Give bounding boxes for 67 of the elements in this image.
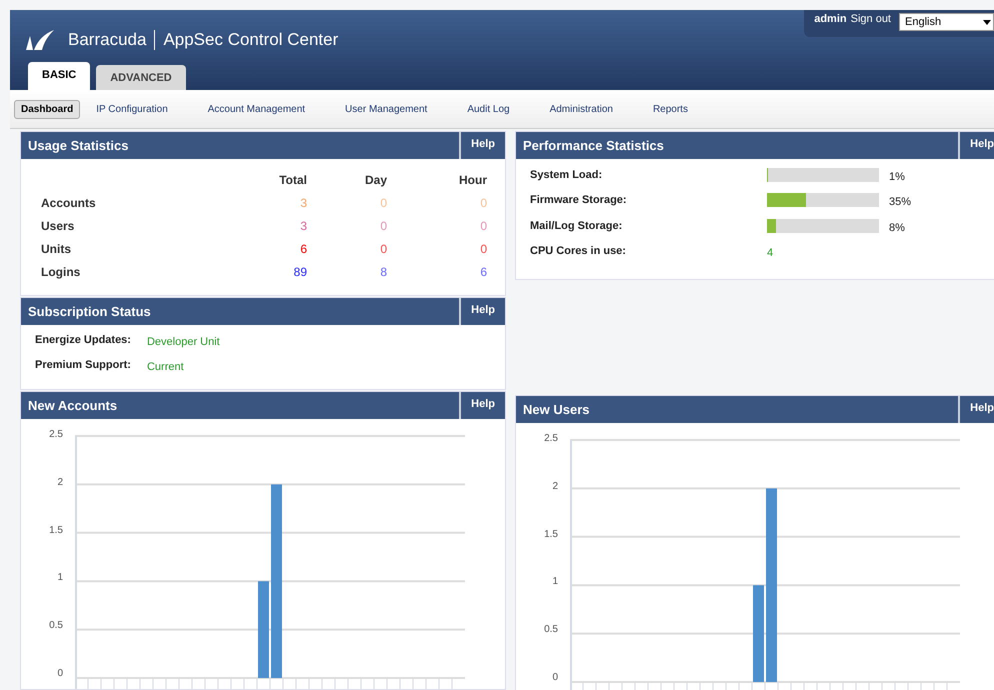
stat-value: 0 [379, 219, 387, 233]
stat-value: 8 [379, 265, 387, 279]
nav-link[interactable]: IP Configuration [90, 100, 174, 118]
panel-title: Subscription Status [27, 304, 151, 319]
field-label: Energize Updates: [35, 334, 131, 348]
axis-tick-label: 2 [551, 480, 558, 492]
stat-value: 0 [479, 196, 487, 210]
axis-tick-label: 2.5 [48, 429, 63, 440]
row-label: Logins [41, 265, 82, 279]
panel-title: New Users [522, 402, 590, 417]
stat-value: 0 [479, 242, 487, 256]
product-title: AppSec Control Center [162, 30, 338, 50]
help-link[interactable]: Help [958, 132, 994, 159]
field-value: Developer Unit [146, 335, 221, 348]
axis-tick-label: 1 [551, 576, 558, 588]
column-header: Total [278, 173, 307, 187]
column-header: Hour [458, 173, 487, 187]
nav-link[interactable]: Reports [646, 100, 694, 118]
metric-reading: 35% [889, 195, 912, 208]
stat-value: 6 [299, 242, 307, 256]
panel-title: Performance Statistics [522, 138, 664, 153]
language-select[interactable]: English [899, 13, 994, 31]
help-link[interactable]: Help [958, 396, 994, 423]
help-link[interactable]: Help [459, 298, 505, 325]
tab[interactable]: BASIC [28, 62, 90, 90]
stat-value: 0 [379, 242, 387, 256]
column-header: Day [364, 173, 387, 187]
help-link[interactable]: Help [459, 132, 505, 159]
stat-value: 0 [479, 219, 487, 233]
axis-tick-label: 2.5 [543, 433, 558, 444]
field-value: Current [146, 360, 185, 373]
panel-title: New Accounts [27, 398, 118, 413]
metric-label: Mail/Log Storage: [530, 220, 624, 232]
stat-value: 0 [379, 196, 387, 210]
axis-tick-label: 1.5 [48, 524, 63, 536]
metric-label: CPU Cores in use: [530, 244, 627, 257]
row-label: Accounts [41, 196, 97, 210]
row-label: Users [41, 219, 76, 233]
metric-label: Firmware Storage: [530, 194, 628, 206]
metric-reading: 8% [889, 220, 906, 234]
stat-value: 6 [479, 265, 487, 279]
axis-tick-label: 0 [551, 672, 558, 683]
nav-link[interactable]: Administration [544, 100, 619, 118]
axis-tick-label: 0 [56, 668, 63, 679]
axis-tick-label: 1.5 [543, 528, 558, 540]
stat-value: 3 [299, 219, 307, 233]
panel-title: Usage Statistics [27, 138, 128, 153]
user-name: admin [814, 13, 847, 25]
nav-link[interactable]: Account Management [202, 100, 312, 118]
brand-name: Barracuda [68, 30, 156, 50]
nav-link[interactable]: Audit Log [461, 100, 516, 118]
axis-tick-label: 2 [56, 476, 63, 488]
nav-link[interactable]: Dashboard [14, 100, 80, 118]
metric-value: 4 [767, 246, 774, 259]
axis-tick-label: 1 [56, 572, 63, 584]
nav-link[interactable]: User Management [339, 100, 434, 118]
axis-tick-label: 0.5 [543, 624, 558, 636]
sign-out-link[interactable]: Sign out [850, 13, 891, 25]
stat-value: 89 [292, 265, 307, 279]
metric-reading: 1% [889, 170, 906, 184]
help-link[interactable]: Help [459, 392, 505, 419]
field-label: Premium Support: [35, 359, 131, 373]
stat-value: 3 [299, 196, 307, 210]
row-label: Units [41, 242, 72, 256]
tab[interactable]: ADVANCED [96, 65, 186, 90]
metric-label: System Load: [530, 169, 604, 182]
axis-tick-label: 0.5 [48, 620, 63, 632]
